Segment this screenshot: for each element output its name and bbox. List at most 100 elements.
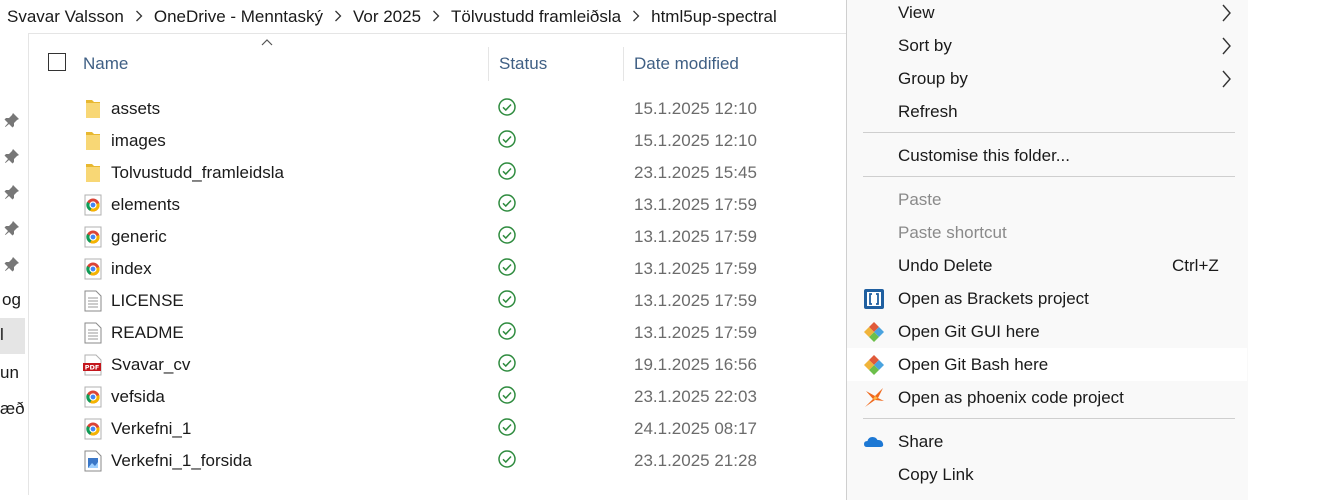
file-date-modified: 19.1.2025 16:56 <box>634 355 757 374</box>
nav-item-label[interactable]: l <box>0 325 4 345</box>
file-date-modified: 13.1.2025 17:59 <box>634 195 757 214</box>
sync-status-icon <box>497 417 517 437</box>
git-gui-icon <box>864 322 884 342</box>
menu-item-share[interactable]: Share <box>847 425 1247 458</box>
nav-item-label[interactable]: æð <box>0 399 25 419</box>
pin-icon[interactable] <box>4 256 20 272</box>
column-header-date-modified[interactable]: Date modified <box>634 54 739 74</box>
pin-icon[interactable] <box>4 220 20 236</box>
column-divider[interactable] <box>623 47 624 81</box>
chevron-right-icon[interactable] <box>126 8 152 26</box>
menu-item-undo-delete[interactable]: Undo Delete Ctrl+Z <box>847 249 1247 282</box>
menu-item-label: Paste <box>898 190 942 209</box>
sync-status-icon <box>497 225 517 245</box>
column-divider[interactable] <box>488 47 489 81</box>
file-row[interactable]: LICENSE 13.1.2025 17:59 <box>28 285 846 317</box>
file-row[interactable]: Verkefni_1_forsida 23.1.2025 21:28 <box>28 445 846 477</box>
chrome-html-icon <box>82 418 104 440</box>
file-name[interactable]: assets <box>111 99 160 119</box>
menu-item-open-phoenix[interactable]: Open as phoenix code project <box>847 381 1247 414</box>
file-row[interactable]: PDF Svavar_cv 19.1.2025 16:56 <box>28 349 846 381</box>
menu-item-view[interactable]: View <box>847 0 1247 29</box>
pdf-icon: PDF <box>82 354 104 376</box>
file-row[interactable]: index 13.1.2025 17:59 <box>28 253 846 285</box>
file-name[interactable]: index <box>111 259 152 279</box>
file-name[interactable]: generic <box>111 227 167 247</box>
file-row[interactable]: assets 15.1.2025 12:10 <box>28 93 846 125</box>
chrome-html-icon <box>82 226 104 248</box>
folder-icon <box>82 130 104 152</box>
file-name[interactable]: elements <box>111 195 180 215</box>
navigation-pane: og l un æð <box>0 33 29 495</box>
chrome-html-icon <box>82 258 104 280</box>
breadcrumb: Svavar Valsson OneDrive - Menntaský Vor … <box>0 0 846 34</box>
nav-item-label[interactable]: og <box>2 290 21 310</box>
file-name[interactable]: vefsida <box>111 387 165 407</box>
file-name[interactable]: Tolvustudd_framleidsla <box>111 163 284 183</box>
nav-item-label[interactable]: un <box>0 363 19 383</box>
file-name[interactable]: README <box>111 323 184 343</box>
pin-icon[interactable] <box>4 112 20 128</box>
menu-item-copy-link[interactable]: Copy Link <box>847 458 1247 491</box>
pin-icon[interactable] <box>4 184 20 200</box>
file-row[interactable]: Tolvustudd_framleidsla 23.1.2025 15:45 <box>28 157 846 189</box>
menu-item-paste-shortcut: Paste shortcut <box>847 216 1247 249</box>
chrome-html-icon <box>82 194 104 216</box>
breadcrumb-item-onedrive[interactable]: OneDrive - Menntaský <box>152 7 325 27</box>
phoenix-icon <box>865 388 884 407</box>
menu-item-customise-folder[interactable]: Customise this folder... <box>847 139 1247 172</box>
menu-item-open-git-bash[interactable]: Open Git Bash here <box>847 348 1247 381</box>
file-date-modified: 23.1.2025 15:45 <box>634 163 757 182</box>
file-name[interactable]: Verkefni_1_forsida <box>111 451 252 471</box>
file-date-modified: 24.1.2025 08:17 <box>634 419 757 438</box>
chevron-right-icon[interactable] <box>325 8 351 26</box>
menu-item-label: Share <box>898 432 944 451</box>
menu-separator <box>863 132 1235 133</box>
menu-item-label: Sort by <box>898 36 952 55</box>
file-date-modified: 13.1.2025 17:59 <box>634 259 757 278</box>
chevron-right-icon[interactable] <box>623 8 649 26</box>
file-row[interactable]: vefsida 23.1.2025 22:03 <box>28 381 846 413</box>
file-date-modified: 13.1.2025 17:59 <box>634 323 757 342</box>
menu-item-label: Open Git Bash here <box>898 355 1049 374</box>
text-file-icon <box>82 322 104 344</box>
file-date-modified: 13.1.2025 17:59 <box>634 291 757 310</box>
column-header-status[interactable]: Status <box>499 54 547 74</box>
sync-status-icon <box>497 385 517 405</box>
menu-item-label: Customise this folder... <box>898 146 1070 165</box>
git-bash-icon <box>864 355 884 375</box>
pin-icon[interactable] <box>4 148 20 164</box>
sync-status-icon <box>497 129 517 149</box>
file-row[interactable]: images 15.1.2025 12:10 <box>28 125 846 157</box>
file-name[interactable]: LICENSE <box>111 291 184 311</box>
chrome-html-icon <box>82 386 104 408</box>
menu-item-group-by[interactable]: Group by <box>847 62 1247 95</box>
sync-status-icon <box>497 449 517 469</box>
file-row[interactable]: elements 13.1.2025 17:59 <box>28 189 846 221</box>
menu-separator <box>863 418 1235 419</box>
column-header-name[interactable]: Name <box>83 54 128 74</box>
svg-text:PDF: PDF <box>85 364 100 372</box>
menu-item-shortcut: Ctrl+Z <box>1172 256 1219 275</box>
file-row[interactable]: generic 13.1.2025 17:59 <box>28 221 846 253</box>
menu-item-open-brackets[interactable]: Open as Brackets project <box>847 282 1247 315</box>
select-all-checkbox[interactable] <box>48 53 66 71</box>
sync-status-icon <box>497 257 517 277</box>
file-name[interactable]: Verkefni_1 <box>111 419 191 439</box>
menu-item-refresh[interactable]: Refresh <box>847 95 1247 128</box>
file-name[interactable]: images <box>111 131 166 151</box>
breadcrumb-item-course[interactable]: Tölvustudd framleiðsla <box>449 7 623 27</box>
breadcrumb-item-user[interactable]: Svavar Valsson <box>0 7 126 27</box>
menu-item-label: Group by <box>898 69 968 88</box>
file-row[interactable]: Verkefni_1 24.1.2025 08:17 <box>28 413 846 445</box>
file-name[interactable]: Svavar_cv <box>111 355 190 375</box>
file-date-modified: 15.1.2025 12:10 <box>634 99 757 118</box>
breadcrumb-item-current[interactable]: html5up-spectral <box>649 7 779 27</box>
chevron-right-icon <box>1222 37 1231 55</box>
file-row[interactable]: README 13.1.2025 17:59 <box>28 317 846 349</box>
breadcrumb-item-vor[interactable]: Vor 2025 <box>351 7 423 27</box>
menu-item-sort-by[interactable]: Sort by <box>847 29 1247 62</box>
chevron-right-icon[interactable] <box>423 8 449 26</box>
folder-icon <box>82 162 104 184</box>
menu-item-open-git-gui[interactable]: Open Git GUI here <box>847 315 1247 348</box>
